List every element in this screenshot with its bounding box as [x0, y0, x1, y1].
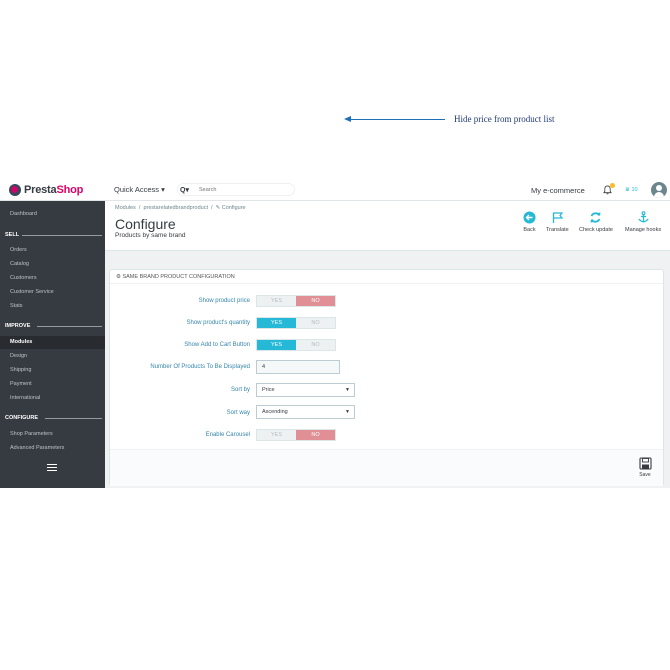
sidebar-item-customer-service[interactable]: Customer Service	[10, 289, 54, 295]
sidebar-item-shop-parameters[interactable]: Shop Parameters	[10, 431, 53, 437]
sort-way-value: Ascending	[262, 409, 288, 415]
sidebar-section-configure: CONFIGURE	[5, 415, 38, 421]
sidebar-item-shipping[interactable]: Shipping	[10, 367, 31, 373]
carousel-switch[interactable]: YES NO	[256, 429, 336, 441]
carousel-yes[interactable]: YES	[257, 430, 296, 440]
sidebar-item-dashboard[interactable]: Dashboard	[10, 211, 37, 217]
show-price-yes[interactable]: YES	[257, 296, 296, 306]
sidebar-section-improve: IMPROVE	[5, 323, 31, 329]
show-cart-yes[interactable]: YES	[257, 340, 296, 350]
page-title: Configure	[115, 216, 176, 232]
num-products-label: Number Of Products To Be Displayed	[150, 364, 250, 370]
caret-down-icon: ▼	[345, 409, 350, 415]
sidebar-item-orders[interactable]: Orders	[10, 247, 27, 253]
sidebar-item-stats[interactable]: Stats	[10, 303, 23, 309]
check-update-button[interactable]: Check update	[579, 211, 613, 233]
flag-icon	[552, 212, 564, 223]
show-cart-no[interactable]: NO	[296, 340, 335, 350]
trophy-icon[interactable]: ♛ 10	[625, 187, 638, 193]
carousel-label: Enable Carousel	[205, 432, 250, 438]
prestashop-logo-icon	[9, 184, 21, 196]
check-update-label: Check update	[579, 227, 613, 233]
back-arrow-icon	[523, 211, 536, 224]
shop-name-link[interactable]: My e-commerce	[531, 186, 585, 195]
page-header: Modules / prestarelatedbrandproduct / ✎ …	[105, 201, 670, 251]
sidebar-item-advanced-parameters[interactable]: Advanced Parameters	[10, 445, 64, 451]
logo-text: PrestaShop	[24, 184, 83, 196]
sort-way-label: Sort way	[226, 410, 250, 416]
breadcrumb: Modules / prestarelatedbrandproduct / ✎ …	[115, 205, 246, 211]
sidebar-item-international[interactable]: International	[10, 395, 40, 401]
sidebar-section-sell: SELL	[5, 232, 20, 238]
prestashop-logo[interactable]: PrestaShop	[9, 183, 83, 197]
translate-label: Translate	[546, 227, 569, 233]
page-subtitle: Products by same brand	[115, 232, 186, 239]
breadcrumb-modules[interactable]: Modules	[115, 205, 136, 211]
show-price-label: Show product price	[198, 298, 250, 304]
sort-by-label: Sort by	[230, 387, 250, 393]
anchor-icon	[637, 211, 649, 223]
breadcrumb-configure: ✎ Configure	[215, 205, 246, 211]
sidebar-item-customers[interactable]: Customers	[10, 275, 37, 281]
show-cart-label: Show Add to Cart Button	[184, 342, 250, 348]
show-quantity-yes[interactable]: YES	[257, 318, 296, 328]
manage-hooks-label: Manage hooks	[625, 227, 662, 233]
admin-app: PrestaShop Quick Access ▾ Q▾ My e-commer…	[0, 178, 670, 488]
floppy-disk-icon	[638, 457, 652, 470]
show-price-switch[interactable]: YES NO	[256, 295, 336, 307]
show-quantity-no[interactable]: NO	[296, 318, 335, 328]
breadcrumb-separator: /	[211, 205, 213, 211]
search-box[interactable]: Q▾	[177, 183, 295, 196]
sidebar-item-modules[interactable]: Modules	[10, 339, 32, 345]
annotation-text: Hide price from product list	[454, 114, 555, 124]
hamburger-icon[interactable]	[47, 464, 57, 473]
manage-hooks-button[interactable]: Manage hooks	[625, 211, 661, 233]
sidebar-item-catalog[interactable]: Catalog	[10, 261, 29, 267]
top-bar: PrestaShop Quick Access ▾ Q▾ My e-commer…	[0, 178, 670, 201]
section-divider	[37, 326, 102, 327]
configuration-panel: ⚙ SAME BRAND PRODUCT CONFIGURATION Show …	[109, 269, 664, 486]
sidebar-item-design[interactable]: Design	[10, 353, 27, 359]
logo-prefix: Presta	[24, 184, 57, 196]
num-products-input[interactable]: 4	[256, 360, 340, 374]
back-label: Back	[523, 227, 536, 233]
caret-down-icon: ▼	[345, 387, 350, 393]
sidebar-item-payment[interactable]: Payment	[10, 381, 32, 387]
section-divider	[22, 235, 102, 236]
annotation-arrow-line	[350, 119, 445, 120]
trophy-count: 10	[631, 187, 638, 193]
search-input[interactable]	[198, 186, 279, 193]
label-column: Show product price Show product's quanti…	[110, 270, 250, 449]
refresh-icon	[590, 212, 601, 223]
sort-by-value: Price	[262, 387, 275, 393]
logo-suffix: Shop	[56, 184, 84, 196]
show-cart-switch[interactable]: YES NO	[256, 339, 336, 351]
panel-footer	[110, 449, 663, 486]
search-icon[interactable]: Q▾	[180, 186, 189, 194]
breadcrumb-module[interactable]: prestarelatedbrandproduct	[143, 205, 208, 211]
save-button[interactable]: Save	[635, 457, 655, 478]
sort-way-select[interactable]: Ascending ▼	[256, 405, 355, 419]
quick-access-dropdown[interactable]: Quick Access ▾	[114, 185, 165, 194]
show-quantity-switch[interactable]: YES NO	[256, 317, 336, 329]
carousel-no[interactable]: NO	[296, 430, 335, 440]
save-label: Save	[639, 472, 651, 478]
translate-button[interactable]: Translate	[546, 211, 569, 233]
sort-by-select[interactable]: Price ▼	[256, 383, 355, 397]
back-button[interactable]: Back	[523, 211, 536, 233]
sidebar: Dashboard SELL Orders Catalog Customers …	[0, 201, 105, 488]
show-price-no[interactable]: NO	[296, 296, 335, 306]
show-quantity-label: Show product's quantity	[186, 320, 250, 326]
section-divider	[45, 418, 102, 419]
breadcrumb-separator: /	[138, 205, 141, 211]
avatar[interactable]	[651, 182, 667, 198]
notification-dot	[610, 183, 615, 188]
